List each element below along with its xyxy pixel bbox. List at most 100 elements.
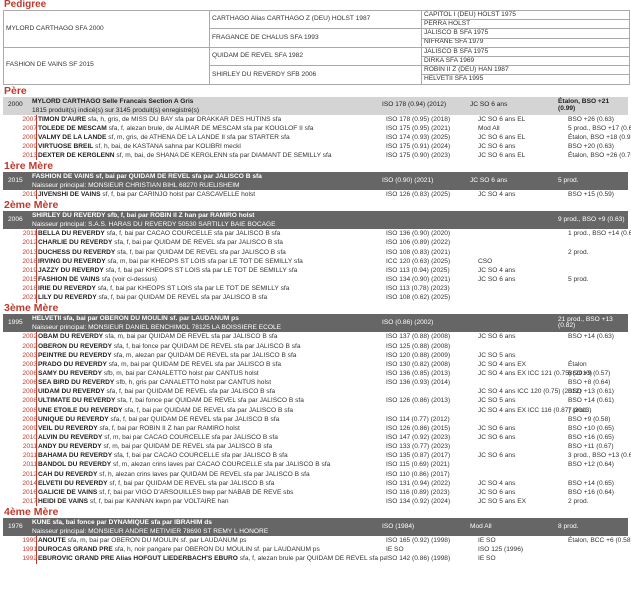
header-line-2: Naisseur principal: MONSIEUR CHRISTIAN B…: [32, 182, 240, 190]
header-performance: 9 prod., BSO +9 (0.63): [558, 216, 625, 224]
offspring-year: 2002: [22, 342, 37, 350]
header-performance: 21 prod., BSO +13 (0.82): [558, 315, 613, 330]
offspring-name: ULTIMATE DU REVERDY sfa, f, bai fonce pa…: [37, 396, 386, 405]
offspring-year: 2019: [22, 266, 37, 274]
horse-details: sf, h, bai, de KASTANA sahna par KOLIBRI…: [93, 142, 241, 150]
horse-details: sf, h, alezan crins laves par QUIDAM DE …: [97, 470, 310, 478]
pedigree-granddam-1: FRAGANCE DE CHALUS SFA 1993: [209, 28, 422, 48]
offspring-competition: JC SO 4 ans: [478, 479, 516, 487]
offspring-list: 2002 OBAM DU REVERDY sfa, m, bai par QUID…: [0, 332, 631, 507]
offspring-performance: BSO +14 (0.63): [568, 333, 614, 341]
offspring-name: JAZZY DU REVERDY sfa, f, bai par KHEOPS …: [37, 266, 386, 275]
offspring-competition: JC SO 6 ans: [478, 424, 516, 432]
horse-name: TOLEDE DE MESCAM: [38, 124, 107, 132]
horse-name: FASHION DE VAINS: [38, 276, 100, 284]
offspring-performance: 3 prod., BSO +13 (0.63): [568, 452, 631, 460]
offspring-competition: JC SO 5 ans: [478, 397, 516, 405]
horse-details: sfa, m, bai par QUIDAM DE REVEL sfa par …: [103, 333, 278, 341]
header-identity: MYLORD CARTHAGO Selle Francais Section A…: [32, 97, 382, 115]
offspring-name: BELLA DU REVERDY sfa, f, bai par CACAO C…: [37, 229, 386, 238]
horse-name: CHARLIE DU REVERDY: [38, 239, 113, 247]
horse-name: ANDY DU REVERDY: [38, 443, 102, 451]
offspring-performance: BSO +10 (0.65): [568, 424, 614, 432]
section: Père 2000 MYLORD CARTHAGO Selle Francais S…: [0, 85, 631, 161]
offspring-row: 2010 ALVIN DU REVERDY sf, m, bai par CACA…: [3, 433, 631, 442]
horse-name: ULTIMATE DU REVERDY: [38, 397, 116, 405]
horse-details: sfa, f, bai par KHEOPS ST LOIS sfa par L…: [103, 266, 298, 274]
offspring-index: ISO 131 (0.94) (2022): [386, 479, 451, 487]
offspring-name: DUROCAS GRAND PRE sfa, h, noir pangare p…: [37, 545, 386, 554]
header-competition: JC SO 6 ans: [470, 101, 508, 109]
offspring-row: 2006 SEA BIRD DU REVERDY sfb, h, gris par…: [3, 378, 631, 387]
offspring-row: 2008 UNIQUE DU REVERDY sfa, f, bai par QU…: [3, 415, 631, 424]
header-line-1: KUNE sfa, bai fonce par DYNAMIQUE sfa pa…: [32, 519, 212, 527]
section-title: 4ème Mère: [4, 506, 59, 519]
header-performance: 8 prod.: [558, 522, 579, 530]
horse-details: sf, f, bai par QUIDAM DE REVEL sfa par J…: [107, 479, 275, 487]
offspring-name: LILY DU REVERDY sfa, f, bai par QUIDAM D…: [37, 293, 386, 302]
offspring-performance: Étalon, BCC +6 (0.58): [568, 537, 631, 545]
offspring-year: 2008: [22, 397, 37, 405]
offspring-performance: 2 prod.: [568, 248, 589, 256]
lineage-bracket: [36, 536, 37, 564]
offspring-name: CHARLIE DU REVERDY sfa, f, bai par QUIDA…: [37, 238, 386, 247]
offspring-name: VEIL DU REVERDY sfa, f, bai par ROBIN II…: [37, 424, 386, 433]
offspring-competition: JC SO 6 ans: [478, 276, 516, 284]
offspring-year: 2007: [22, 124, 37, 132]
offspring-index: ISO 126 (0.83) (2025): [386, 191, 451, 199]
offspring-competition: JC SO 6 ans: [478, 488, 516, 496]
offspring-year: 2013: [22, 248, 37, 256]
offspring-row: 2019 JAZZY DU REVERDY sfa, f, bai par KHE…: [3, 266, 631, 275]
horse-details: sf, m, bai, de SHANA DE KERGLENN sfa par…: [114, 152, 332, 160]
offspring-row: 2013 DEXTER DE KERGLENN sf, m, bai, de SH…: [3, 151, 631, 160]
offspring-name: ELVETII DU REVERDY sf, f, bai par QUIDAM…: [37, 479, 386, 488]
section-header: 2015 FASHION DE VAINS sf, bai par QUIDAM …: [3, 172, 628, 191]
offspring-year: 2003: [22, 360, 37, 368]
horse-details: sf, m, bai par QUIDAM DE REVEL sfa par J…: [101, 443, 273, 451]
offspring-index: ISO 134 (0.92) (2024): [386, 498, 451, 505]
offspring-competition: IE SO: [478, 537, 496, 545]
horse-details: sfa, m, bai par OBERON DU MOULIN sf. par…: [65, 537, 247, 545]
offspring-competition: JC SO 4 ans ICC 120 (0.75) (2012): [478, 388, 582, 396]
horse-name: JIVENSHI DE VAINS: [38, 191, 101, 199]
offspring-name: BAHAMA DU REVERDY sfa, f, bai par CACAO …: [37, 451, 386, 460]
offspring-index: IE SO: [386, 546, 404, 554]
horse-name: DUROCAS GRAND PRE: [38, 546, 113, 554]
offspring-year: 2010: [22, 434, 37, 442]
offspring-competition: JC SO 6 ans: [478, 452, 516, 460]
horse-name: PRADO DU REVERDY: [38, 360, 107, 368]
horse-name: BELLA DU REVERDY: [38, 230, 105, 238]
horse-name: BAHAMA DU REVERDY: [38, 452, 113, 460]
offspring-year: 2011: [22, 452, 37, 460]
offspring-performance: BSO +11 (0.67): [568, 443, 614, 451]
offspring-name: OBERON DU REVERDY sfa, f, bai fonce par …: [37, 342, 386, 351]
offspring-year: 1990: [22, 537, 37, 545]
section: 2ème Mère 2006 SHIRLEY DU REVERDY sfb, f, …: [0, 199, 631, 303]
offspring-index: ISO 130 (0.82) (2008): [386, 360, 451, 368]
offspring-index: ISO 165 (0.92) (1998): [386, 537, 451, 545]
offspring-competition: JC SO 6 ans: [478, 434, 516, 442]
header-line-1: SHIRLEY DU REVERDY sfb, f, bai par ROBIN…: [32, 212, 255, 220]
offspring-competition: CSO: [478, 257, 493, 265]
horse-name: HEIDI DE VAINS: [38, 498, 89, 505]
offspring-index: ISO 113 (0.78) (2023): [386, 285, 450, 293]
offspring-name: EBUROVIC GRAND PRE Alias HOFGUT LIEDERBA…: [37, 554, 386, 563]
horse-name: SAMY DU REVERDY: [38, 370, 102, 378]
offspring-row: 2006 SAMY DU REVERDY sfb, m, bai par CANA…: [3, 369, 631, 378]
offspring-name: UNE ETOILE DU REVERDY sfa, f, bai par QU…: [37, 406, 386, 415]
pedigree-sire: MYLORD CARTHAGO SFA 2000: [3, 10, 210, 48]
horse-details: sfa, f, bai fonce par QUIDAM DE REVEL sf…: [115, 397, 304, 405]
offspring-index: ISO 114 (0.77) (2012): [386, 415, 450, 423]
offspring-row: 2013 DUCHESS DU REVERDY sfa, f, bai par Q…: [3, 248, 631, 257]
horse-details: sfa (voir ci-dessus): [99, 276, 157, 284]
offspring-performance: BSO +9 (0.58): [568, 415, 611, 423]
horse-details: sfa, f, bai par ROBIN II Z han par RAMIR…: [97, 424, 240, 432]
offspring-row: 2003 PRADO DU REVERDY sfa, m, bai par QUI…: [3, 360, 631, 369]
horse-details: sfa, f, bai fonce par QUIDAM DE REVEL sf…: [112, 342, 301, 350]
offspring-year: 2013: [22, 152, 37, 160]
offspring-name: PEINTRE DU REVERDY sfa, m, alezan par QU…: [37, 351, 386, 360]
offspring-name: ANOUTE sfa, m, bai par OBERON DU MOULIN …: [37, 536, 386, 545]
horse-name: ELVETII DU REVERDY: [38, 479, 108, 487]
offspring-year: 2008: [22, 406, 37, 414]
horse-details: sfa, f, bai par KHEOPS ST LOIS sfa par L…: [95, 285, 290, 293]
